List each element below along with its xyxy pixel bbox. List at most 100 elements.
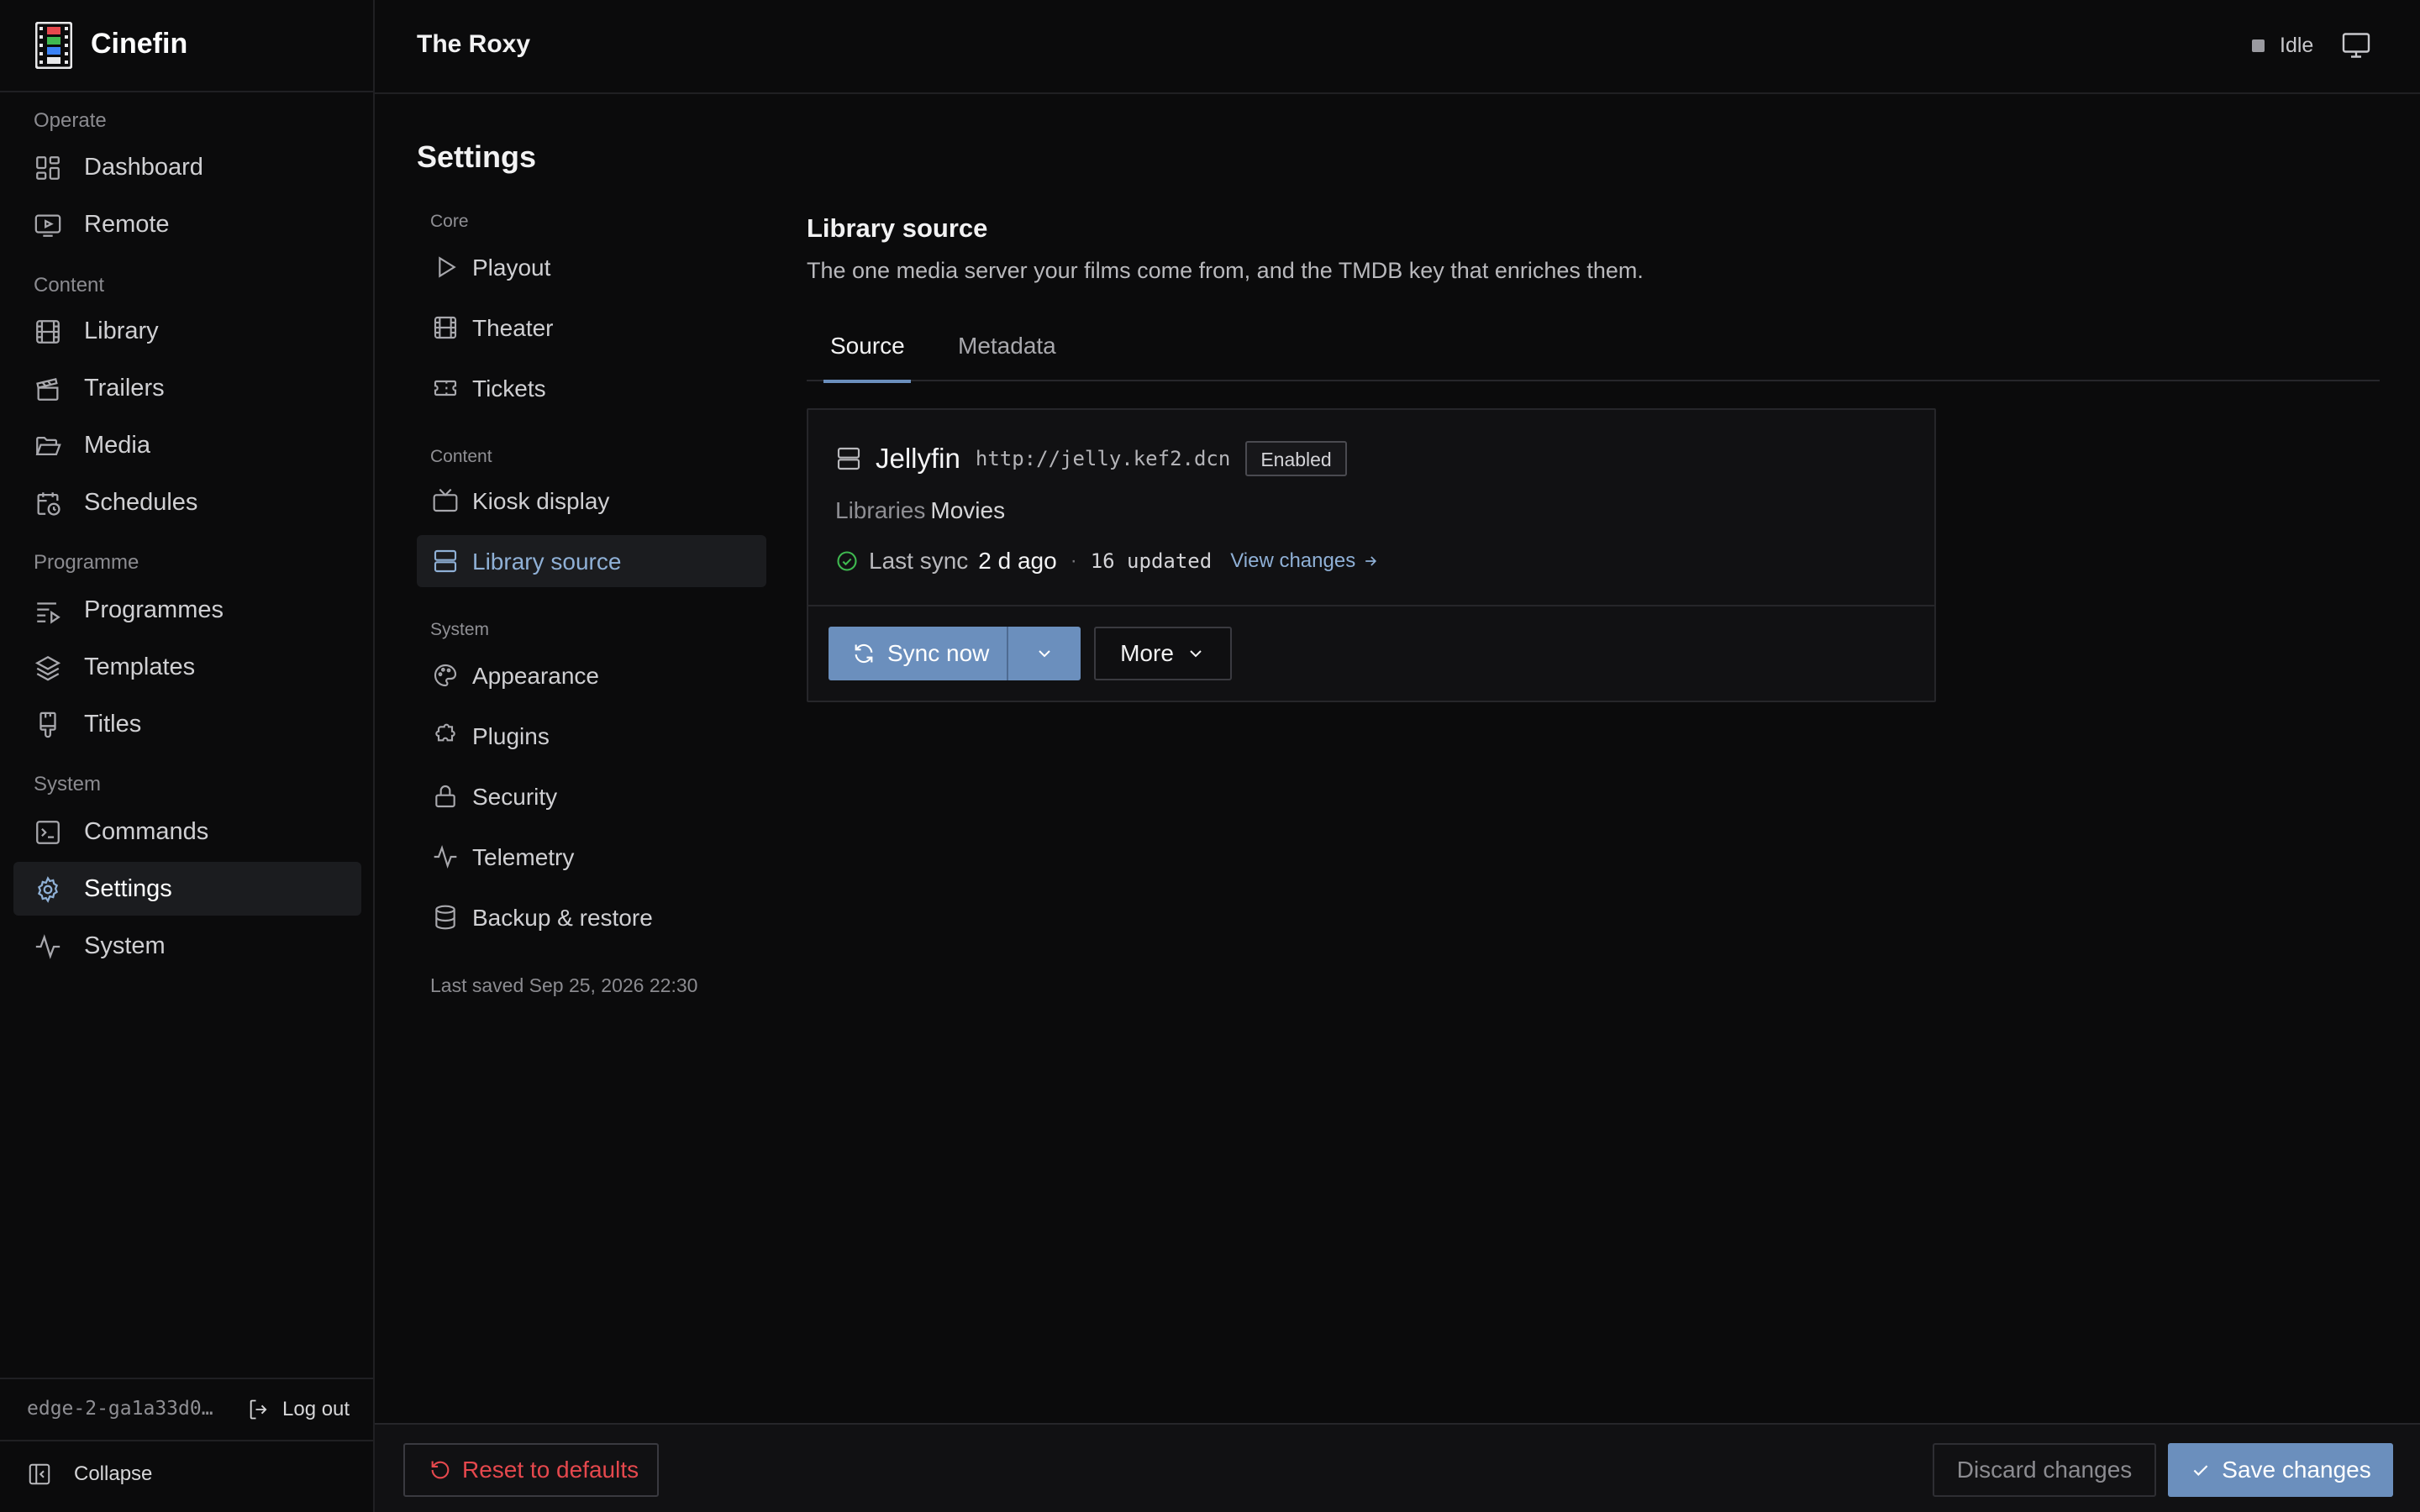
sync-options-button[interactable] xyxy=(1008,627,1081,680)
more-button[interactable]: More xyxy=(1094,627,1232,680)
subnav-item-kiosk-display[interactable]: Kiosk display xyxy=(417,475,766,527)
tab-label: Metadata xyxy=(958,333,1056,359)
tab-source[interactable]: Source xyxy=(807,333,911,383)
nav-item-commands[interactable]: Commands xyxy=(13,805,361,858)
brand-name: Cinefin xyxy=(91,28,188,60)
subnav-item-plugins[interactable]: Plugins xyxy=(417,710,766,762)
page-title: Settings xyxy=(417,139,537,174)
view-changes-link[interactable]: View changes xyxy=(1230,549,1379,573)
libraries-row: Libraries Movies xyxy=(835,497,1005,524)
subnav-label: Kiosk display xyxy=(472,488,610,514)
save-changes-button[interactable]: Save changes xyxy=(2168,1443,2393,1497)
library-source-card: Jellyfin http://jelly.kef2.dcn Enabled L… xyxy=(807,408,1936,702)
subnav-item-telemetry[interactable]: Telemetry xyxy=(417,831,766,883)
nav-item-dashboard[interactable]: Dashboard xyxy=(13,140,361,194)
status-text: Idle xyxy=(2280,34,2314,57)
subnav-item-appearance[interactable]: Appearance xyxy=(417,649,766,701)
subnav-item-library-source[interactable]: Library source xyxy=(417,535,766,587)
node-id: edge-2-ga1a33d0… xyxy=(27,1398,213,1420)
sidebar-collapse-icon xyxy=(29,1463,50,1485)
server-icon xyxy=(434,549,457,573)
activity-icon xyxy=(35,934,60,959)
nav-label: Dashboard xyxy=(84,153,203,181)
subnav-section-content: Content xyxy=(430,447,492,466)
nav-item-system[interactable]: System xyxy=(13,919,361,973)
sync-now-label: Sync now xyxy=(887,640,990,666)
subnav-label: Tickets xyxy=(472,375,546,402)
subnav-label: Library source xyxy=(472,549,622,575)
separator: · xyxy=(1070,549,1077,572)
nav-label: Schedules xyxy=(84,488,198,516)
sync-now-button[interactable]: Sync now xyxy=(829,627,1007,680)
tv-icon xyxy=(433,488,458,512)
collapse-button[interactable]: Collapse xyxy=(27,1462,152,1487)
subnav-item-playout[interactable]: Playout xyxy=(417,241,766,293)
tab-bar: Source Metadata xyxy=(807,319,2380,383)
subnav-label: Playout xyxy=(472,255,551,281)
undo-icon xyxy=(431,1461,450,1479)
nav-item-media[interactable]: Media xyxy=(13,418,361,472)
nav-label: Library xyxy=(84,317,159,344)
reset-to-defaults-button[interactable]: Reset to defaults xyxy=(403,1443,659,1497)
collapse-label: Collapse xyxy=(74,1462,153,1485)
refresh-icon xyxy=(855,643,873,664)
discard-changes-button[interactable]: Discard changes xyxy=(1933,1443,2156,1497)
calendar-clock-icon xyxy=(37,492,60,516)
status-indicator xyxy=(2252,39,2265,52)
database-icon xyxy=(435,905,455,930)
nav-item-templates[interactable]: Templates xyxy=(13,640,361,694)
monitor-icon[interactable] xyxy=(2341,30,2371,60)
nav-item-programmes[interactable]: Programmes xyxy=(13,583,361,637)
last-sync-label: Last sync xyxy=(869,548,969,574)
subnav-item-tickets[interactable]: Tickets xyxy=(417,362,766,414)
topbar: The Roxy Idle xyxy=(375,0,2420,94)
playout-status: Idle xyxy=(2252,34,2313,58)
nav-section-programme: Programme xyxy=(34,551,139,574)
subnav-item-security[interactable]: Security xyxy=(417,770,766,822)
nav-item-settings[interactable]: Settings xyxy=(13,862,361,916)
nav-item-titles[interactable]: Titles xyxy=(13,697,361,751)
server-header: Jellyfin http://jelly.kef2.dcn Enabled xyxy=(835,440,1347,477)
venue-title: The Roxy xyxy=(417,30,531,58)
tab-metadata[interactable]: Metadata xyxy=(958,333,1067,381)
discard-label: Discard changes xyxy=(1956,1457,2133,1483)
nav-item-schedules[interactable]: Schedules xyxy=(13,475,361,529)
nav-item-remote[interactable]: Remote xyxy=(13,197,361,251)
nav-item-trailers[interactable]: Trailers xyxy=(13,361,361,415)
sidebar: Cinefin Operate Dashboard Remote Content… xyxy=(0,0,375,1512)
nav-item-library[interactable]: Library xyxy=(13,304,361,358)
puzzle-icon xyxy=(435,723,455,742)
list-play-icon xyxy=(37,602,60,624)
nav-label: Remote xyxy=(84,210,170,238)
nav-label: Settings xyxy=(84,874,172,902)
activity-icon xyxy=(434,845,457,869)
check-circle-icon xyxy=(837,551,857,571)
subnav-section-system: System xyxy=(430,620,490,639)
subnav-item-theater[interactable]: Theater xyxy=(417,302,766,354)
nav-label: Trailers xyxy=(84,374,165,402)
play-icon xyxy=(439,256,456,278)
subnav-label: Appearance xyxy=(472,663,600,689)
nav-section-content: Content xyxy=(34,274,105,297)
libraries-label: Libraries xyxy=(835,497,926,523)
check-icon xyxy=(2193,1465,2208,1476)
active-tab-indicator xyxy=(823,380,911,383)
server-name: Jellyfin xyxy=(876,443,960,474)
chevron-down-icon xyxy=(1190,650,1202,658)
tab-label: Source xyxy=(830,333,905,359)
subnav-label: Backup & restore xyxy=(472,905,653,931)
last-sync-value: 2 d ago xyxy=(978,548,1057,574)
ticket-icon xyxy=(434,380,457,396)
subnav-item-backup-restore[interactable]: Backup & restore xyxy=(417,891,766,943)
layers-icon xyxy=(34,655,61,681)
film-icon xyxy=(434,316,457,339)
section-description: The one media server your films come fro… xyxy=(807,258,1644,283)
sync-status-row: Last sync 2 d ago · 16 updated View chan… xyxy=(835,544,1379,578)
nav-label: Commands xyxy=(84,817,209,845)
nav-label: Titles xyxy=(84,710,142,738)
folder-open-icon xyxy=(35,436,61,456)
nav-label: Programmes xyxy=(84,596,224,623)
palette-icon xyxy=(434,664,457,687)
logout-button[interactable]: Log out xyxy=(247,1391,350,1428)
more-label: More xyxy=(1120,640,1174,666)
